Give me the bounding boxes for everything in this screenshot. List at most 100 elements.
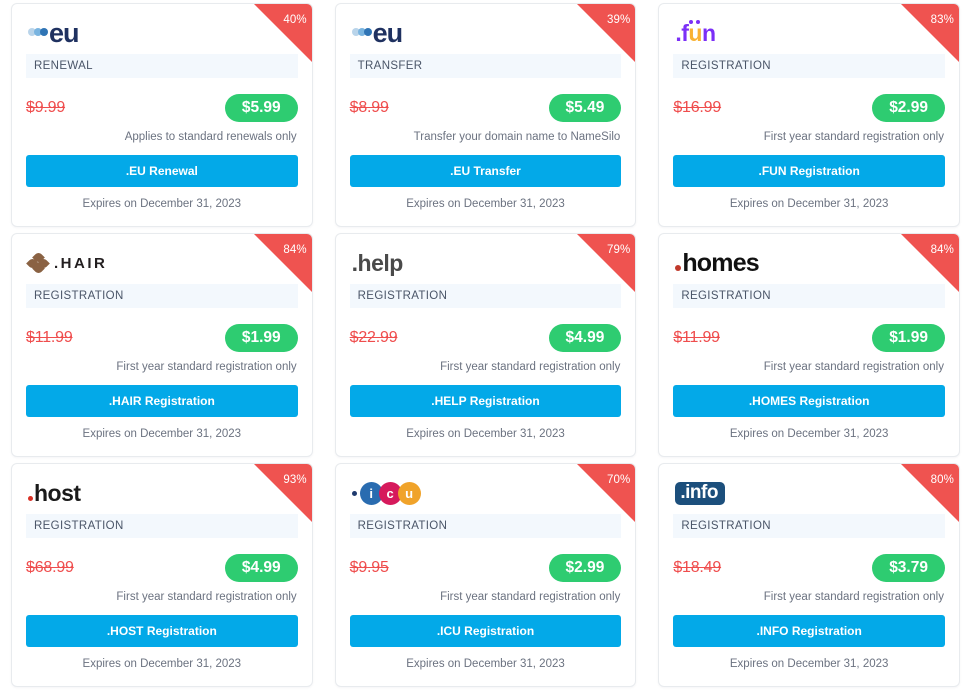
promo-card-cell: 39% eu TRANSFER $8.99 $5.49 Transfer your dom… — [324, 0, 648, 230]
offer-expiry: Expires on December 31, 2023 — [406, 657, 565, 670]
original-price: $9.95 — [349, 558, 389, 576]
sale-price-badge: $1.99 — [872, 324, 945, 352]
tld-logo-eu: eu — [351, 17, 403, 48]
tld-logo-homes: homes — [675, 250, 760, 276]
discount-ribbon-icon — [577, 464, 636, 522]
discount-ribbon-icon — [253, 464, 312, 522]
eu-dots-icon — [28, 28, 48, 36]
offer-cta-button[interactable]: .HAIR Registration — [26, 384, 298, 417]
price-row: $9.99 $5.99 — [26, 94, 298, 122]
promo-card[interactable]: 39% eu TRANSFER $8.99 $5.49 Transfer your dom… — [334, 3, 637, 227]
discount-ribbon-icon — [900, 4, 959, 62]
discount-percent: 84% — [930, 244, 954, 256]
offer-expiry: Expires on December 31, 2023 — [82, 657, 242, 670]
tld-logo-text: host — [34, 479, 81, 506]
sale-price-badge: $1.99 — [224, 324, 298, 352]
offer-note: First year standard registration only — [116, 360, 297, 373]
tld-logo-text: .help — [351, 249, 404, 276]
offer-expiry: Expires on December 31, 2023 — [406, 427, 565, 440]
tld-logo-fun: .f u n — [675, 19, 716, 46]
offer-cta-button[interactable]: .EU Transfer — [349, 154, 622, 187]
discount-ribbon-icon — [577, 4, 636, 62]
promo-card-cell: 40% eu RENEWAL $9.99 $5.99 Applies to standar… — [0, 0, 324, 230]
promo-card-cell: 70% i c u REGISTRATION $9.95 $2.99 First year s… — [324, 460, 648, 690]
promo-card[interactable]: 84% homes REGISTRATION $11.99 $1.99 First yea… — [658, 233, 960, 457]
host-dot-icon — [28, 495, 33, 501]
offer-expiry: Expires on December 31, 2023 — [729, 427, 889, 440]
promo-card[interactable]: 84% .HAIR REGISTRATION $11.99 $1.99 First yea… — [11, 233, 313, 457]
offer-expiry: Expires on December 31, 2023 — [729, 657, 889, 670]
offer-cta-button[interactable]: .ICU Registration — [349, 614, 622, 647]
promo-card-cell: 79% .help REGISTRATION $22.99 $4.99 First yea… — [324, 230, 648, 460]
sale-price-badge: $3.79 — [872, 554, 945, 582]
offer-note: First year standard registration only — [440, 360, 621, 373]
homes-dot-icon — [675, 264, 682, 271]
price-row: $9.95 $2.99 — [350, 554, 622, 582]
original-price: $22.99 — [349, 328, 398, 346]
original-price: $16.99 — [673, 98, 722, 116]
tld-logo-info: .info — [675, 481, 725, 505]
discount-percent: 40% — [283, 14, 307, 26]
discount-ribbon-icon — [900, 464, 959, 522]
offer-note: Transfer your domain name to NameSilo — [413, 130, 621, 143]
offer-cta-button[interactable]: .HOMES Registration — [673, 384, 945, 417]
price-row: $11.99 $1.99 — [26, 324, 298, 352]
eu-dots-icon — [351, 28, 372, 36]
original-price: $9.99 — [26, 98, 66, 116]
discount-ribbon-icon — [577, 234, 636, 292]
offer-note: First year standard registration only — [763, 590, 944, 603]
discount-percent: 93% — [283, 474, 307, 486]
price-row: $8.99 $5.49 — [350, 94, 622, 122]
original-price: $11.99 — [26, 328, 73, 346]
promo-card[interactable]: 80% .info REGISTRATION $18.49 $3.79 First yea… — [658, 463, 960, 687]
discount-percent: 70% — [607, 474, 631, 486]
offer-cta-button[interactable]: .FUN Registration — [673, 154, 945, 187]
tld-logo-text: eu — [372, 17, 403, 48]
discount-ribbon-icon — [253, 234, 312, 292]
discount-percent: 80% — [930, 474, 954, 486]
promo-card[interactable]: 40% eu RENEWAL $9.99 $5.99 Applies to standar… — [11, 3, 313, 227]
tld-logo-help: .help — [351, 249, 404, 276]
offer-expiry: Expires on December 31, 2023 — [82, 197, 242, 210]
hair-diamond-icon — [26, 251, 50, 275]
original-price: $18.49 — [673, 558, 722, 576]
promo-card-cell: 93% host REGISTRATION $68.99 $4.99 First year… — [0, 460, 324, 690]
promo-card[interactable]: 79% .help REGISTRATION $22.99 $4.99 First yea… — [334, 233, 637, 457]
icu-letter-u: u — [397, 481, 421, 505]
offer-expiry: Expires on December 31, 2023 — [82, 427, 242, 440]
discount-percent: 79% — [607, 244, 631, 256]
offer-note: First year standard registration only — [116, 590, 297, 603]
promo-card[interactable]: 93% host REGISTRATION $68.99 $4.99 First year… — [11, 463, 313, 687]
price-row: $11.99 $1.99 — [673, 324, 945, 352]
sale-price-badge: $5.99 — [224, 94, 298, 122]
price-row: $22.99 $4.99 — [350, 324, 622, 352]
icu-dot-icon — [351, 490, 357, 496]
offer-cta-button[interactable]: .EU Renewal — [26, 154, 298, 187]
discount-percent: 83% — [930, 14, 954, 26]
offer-cta-button[interactable]: .INFO Registration — [673, 614, 945, 647]
discount-ribbon-icon — [900, 234, 959, 292]
offer-cta-button[interactable]: .HOST Registration — [26, 614, 298, 647]
tld-logo-text: .info — [675, 481, 725, 505]
sale-price-badge: $2.99 — [548, 554, 622, 582]
sale-price-badge: $4.99 — [224, 554, 298, 582]
promo-card-cell: 84% .HAIR REGISTRATION $11.99 $1.99 First yea… — [0, 230, 324, 460]
offer-cta-button[interactable]: .HELP Registration — [349, 384, 622, 417]
promo-card[interactable]: 83% .f u n REGISTRATION $16.99 $2.99 First year… — [658, 3, 960, 227]
offer-note: First year standard registration only — [763, 360, 944, 373]
discount-percent: 39% — [607, 14, 631, 26]
fun-eyes-icon — [689, 19, 701, 24]
tld-logo-hair: .HAIR — [26, 251, 108, 275]
offer-expiry: Expires on December 31, 2023 — [729, 197, 889, 210]
promo-card-cell: 84% homes REGISTRATION $11.99 $1.99 First yea… — [647, 230, 971, 460]
tld-logo-text: .HAIR — [54, 254, 108, 272]
sale-price-badge: $5.49 — [548, 94, 622, 122]
discount-ribbon-icon — [253, 4, 312, 62]
discount-percent: 84% — [283, 244, 307, 256]
original-price: $11.99 — [673, 328, 720, 346]
promo-card-cell: 80% .info REGISTRATION $18.49 $3.79 First yea… — [647, 460, 971, 690]
promo-card[interactable]: 70% i c u REGISTRATION $9.95 $2.99 First year s… — [334, 463, 637, 687]
tld-logo-eu: eu — [28, 19, 79, 47]
offer-note: First year standard registration only — [763, 130, 944, 143]
original-price: $68.99 — [26, 558, 74, 576]
